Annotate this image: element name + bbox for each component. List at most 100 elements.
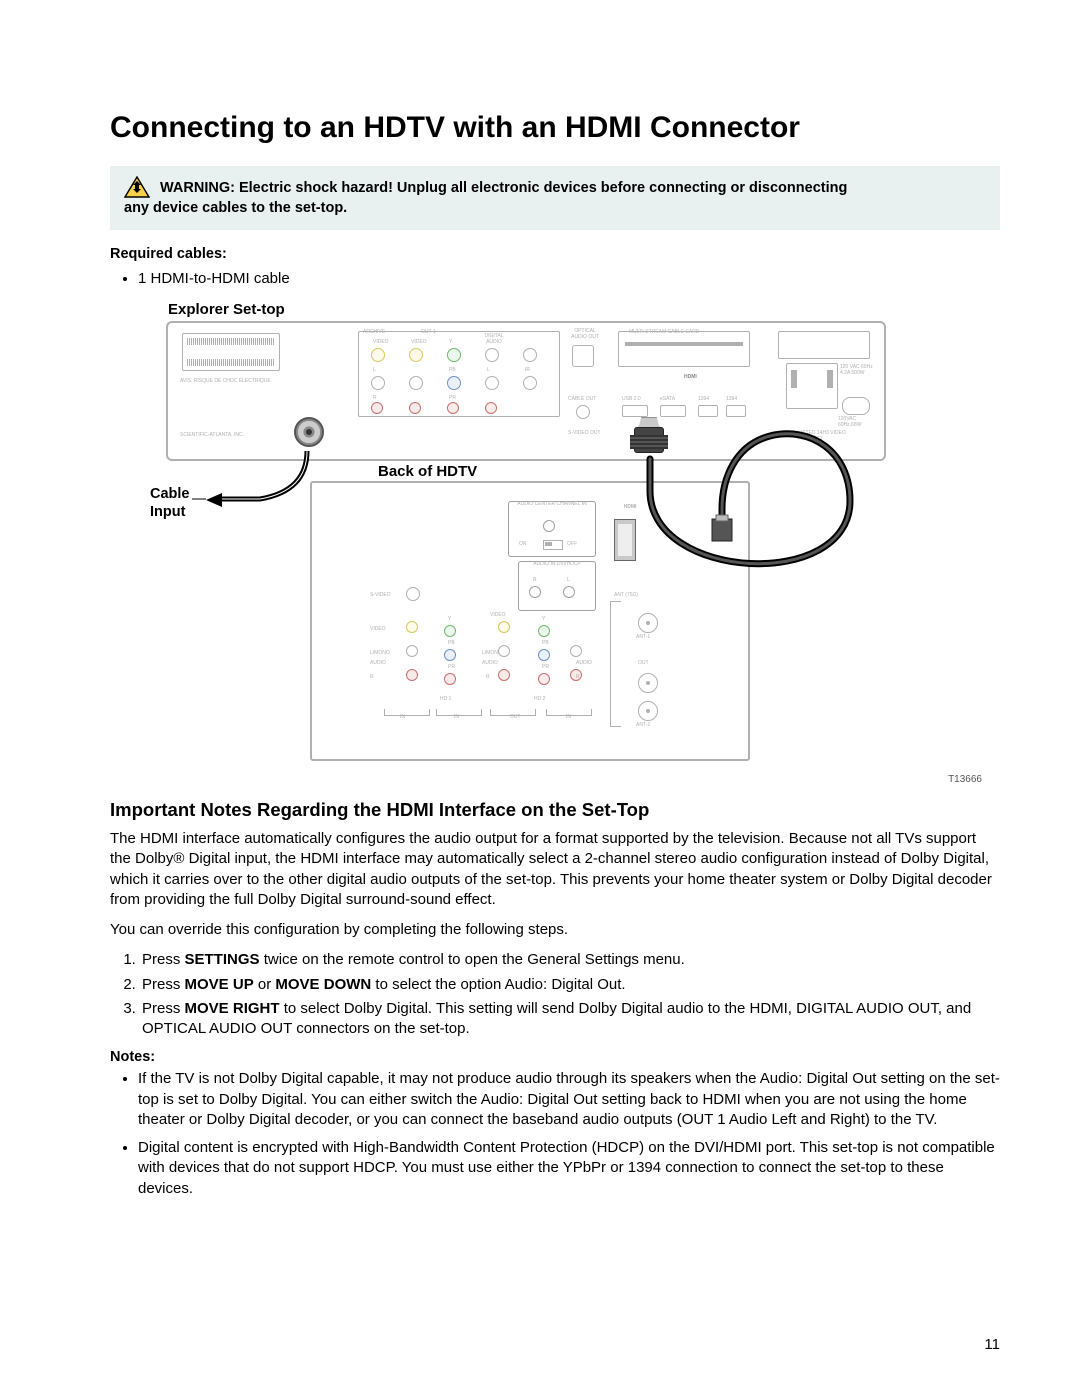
required-cables-list: 1 HDMI-to-HDMI cable: [110, 268, 1000, 289]
port-label: eSATA: [660, 397, 675, 403]
port-label: HDMI: [624, 504, 637, 510]
port-label: R: [486, 675, 490, 681]
ant-port: [638, 701, 658, 721]
port-label: OUT 1: [421, 330, 436, 336]
list-item: Digital content is encrypted with High-B…: [138, 1138, 1000, 1199]
port-label: HD 2: [534, 697, 545, 703]
port-label: R: [373, 396, 377, 402]
list-item: 1 HDMI-to-HDMI cable: [138, 268, 1000, 289]
port-label: Y: [448, 617, 451, 623]
settop-label: Explorer Set-top: [168, 301, 285, 318]
text: twice on the remote control to open the …: [260, 951, 685, 968]
port-label: PR: [448, 665, 455, 671]
port-label: PB: [542, 641, 549, 647]
tiny-text: AVIS: RISQUE DE CHOC ÉLECTRIQUE: [180, 379, 280, 385]
port-label: VIDEO: [411, 340, 427, 346]
port-label: PR: [542, 665, 549, 671]
port-label: VIDEO: [373, 340, 389, 346]
text: to select the option Audio: Digital Out.: [371, 976, 625, 993]
port-label: AUDIO: [482, 661, 498, 667]
body-paragraph: The HDMI interface automatically configu…: [110, 829, 1000, 910]
text: Press: [142, 951, 185, 968]
port-label: OPTICAL AUDIO OUT: [566, 329, 604, 340]
port-label: S-VIDEO: [370, 593, 391, 599]
text-bold: SETTINGS: [185, 951, 260, 968]
mfr-label: SCIENTIFIC-ATLANTA, INC.: [180, 433, 244, 439]
port-label: Y: [449, 340, 452, 346]
port-label: PB: [449, 368, 456, 374]
text: or: [254, 976, 276, 993]
port-label: ARCHIVE: [363, 330, 385, 336]
required-cables-label: Required cables:: [110, 246, 1000, 262]
port-label: L: [373, 368, 376, 374]
text: Press: [142, 1000, 185, 1017]
list-item: Press SETTINGS twice on the remote contr…: [140, 950, 1000, 970]
port-label: ANT (75Ω): [614, 593, 638, 599]
warning-label: WARNING:: [160, 180, 235, 196]
section-heading: Important Notes Regarding the HDMI Inter…: [110, 799, 1000, 821]
port-label: PB: [448, 641, 455, 647]
list-item: If the TV is not Dolby Digital capable, …: [138, 1069, 1000, 1130]
port-label: 120 VAC 60Hz 4.2A 500W: [840, 365, 874, 376]
connection-diagram: Explorer Set-top AVIS: RISQUE DE CHOC ÉL…: [110, 301, 1000, 781]
cable-in-connector: [294, 417, 324, 447]
port-label: OUT: [638, 661, 649, 667]
warning-callout: WARNING: Electric shock hazard! Unplug a…: [110, 166, 1000, 230]
page-title: Connecting to an HDTV with an HDMI Conne…: [110, 110, 1000, 146]
port-label: OFF: [567, 542, 577, 548]
text-bold: MOVE RIGHT: [185, 1000, 280, 1017]
port-label: CABLE OUT: [568, 397, 596, 403]
manual-page: Connecting to an HDTV with an HDMI Conne…: [0, 0, 1080, 1397]
port-label: L: [487, 368, 490, 374]
port-label: 1394: [698, 397, 709, 403]
port-label: DIGITAL AUDIO: [477, 334, 511, 345]
port-label: ANT-2: [636, 723, 650, 729]
text: Press: [142, 976, 185, 993]
port-label: 1394: [726, 397, 737, 403]
port-label: R: [370, 675, 374, 681]
port-label: L: [567, 578, 570, 584]
port-label: VIDEO: [490, 613, 506, 619]
port-label: L/MONO: [370, 651, 390, 657]
list-item: Press MOVE UP or MOVE DOWN to select the…: [140, 975, 1000, 995]
port-label: AUDIO: [370, 661, 386, 667]
notes-label: Notes:: [110, 1049, 1000, 1065]
port-label: PR: [449, 396, 456, 402]
hdtv-back-panel: AUDIO CENTER CHANNEL IN ON OFF HDMI AUDI…: [310, 481, 750, 761]
port-label: HDMI: [684, 375, 697, 381]
label-line: Cable: [150, 486, 190, 502]
ant-port: [638, 613, 658, 633]
port-label: VIDEO: [370, 627, 386, 633]
port-label: ON: [519, 542, 527, 548]
page-number: 11: [984, 1336, 1000, 1353]
warning-text-1: Electric shock hazard! Unplug all electr…: [239, 180, 847, 196]
text-bold: MOVE DOWN: [275, 976, 371, 993]
port-label: ANT-1: [636, 635, 650, 641]
port-label: USB 2.0: [622, 397, 641, 403]
port-label: S-VIDEO OUT: [568, 431, 601, 437]
figure-reference: T13666: [948, 774, 982, 785]
port-label: LISTED 14H3 VIDEO PRODUCT: [798, 431, 868, 442]
port-label: R: [533, 578, 537, 584]
port-label: HD 1: [440, 697, 451, 703]
warning-icon: [124, 176, 150, 198]
steps-list: Press SETTINGS twice on the remote contr…: [110, 950, 1000, 1039]
settop-back-panel: AVIS: RISQUE DE CHOC ÉLECTRIQUE SCIENTIF…: [166, 321, 886, 461]
port-label: 120VAC 60Hz,68W: [838, 417, 874, 428]
label-line: Input: [150, 504, 185, 520]
port-label: MULTI-STREAM CABLE CARD: [629, 330, 699, 336]
warning-text-2: any device cables to the set-top.: [124, 199, 986, 219]
port-label: AUDIO: [576, 661, 592, 667]
hdtv-label: Back of HDTV: [378, 463, 477, 480]
ant-port: [638, 673, 658, 693]
cable-input-label: Cable Input: [150, 485, 190, 521]
body-paragraph: You can override this configuration by c…: [110, 920, 1000, 940]
port-label: Y: [542, 617, 545, 623]
notes-list: If the TV is not Dolby Digital capable, …: [110, 1069, 1000, 1199]
text-bold: MOVE UP: [185, 976, 254, 993]
port-label: AUDIO IN DVI/HDCP: [519, 562, 595, 568]
port-label: IR: [525, 368, 530, 374]
list-item: Press MOVE RIGHT to select Dolby Digital…: [140, 999, 1000, 1040]
hdmi-slot: [614, 519, 636, 561]
hdmi-plug-icon: [626, 427, 672, 469]
